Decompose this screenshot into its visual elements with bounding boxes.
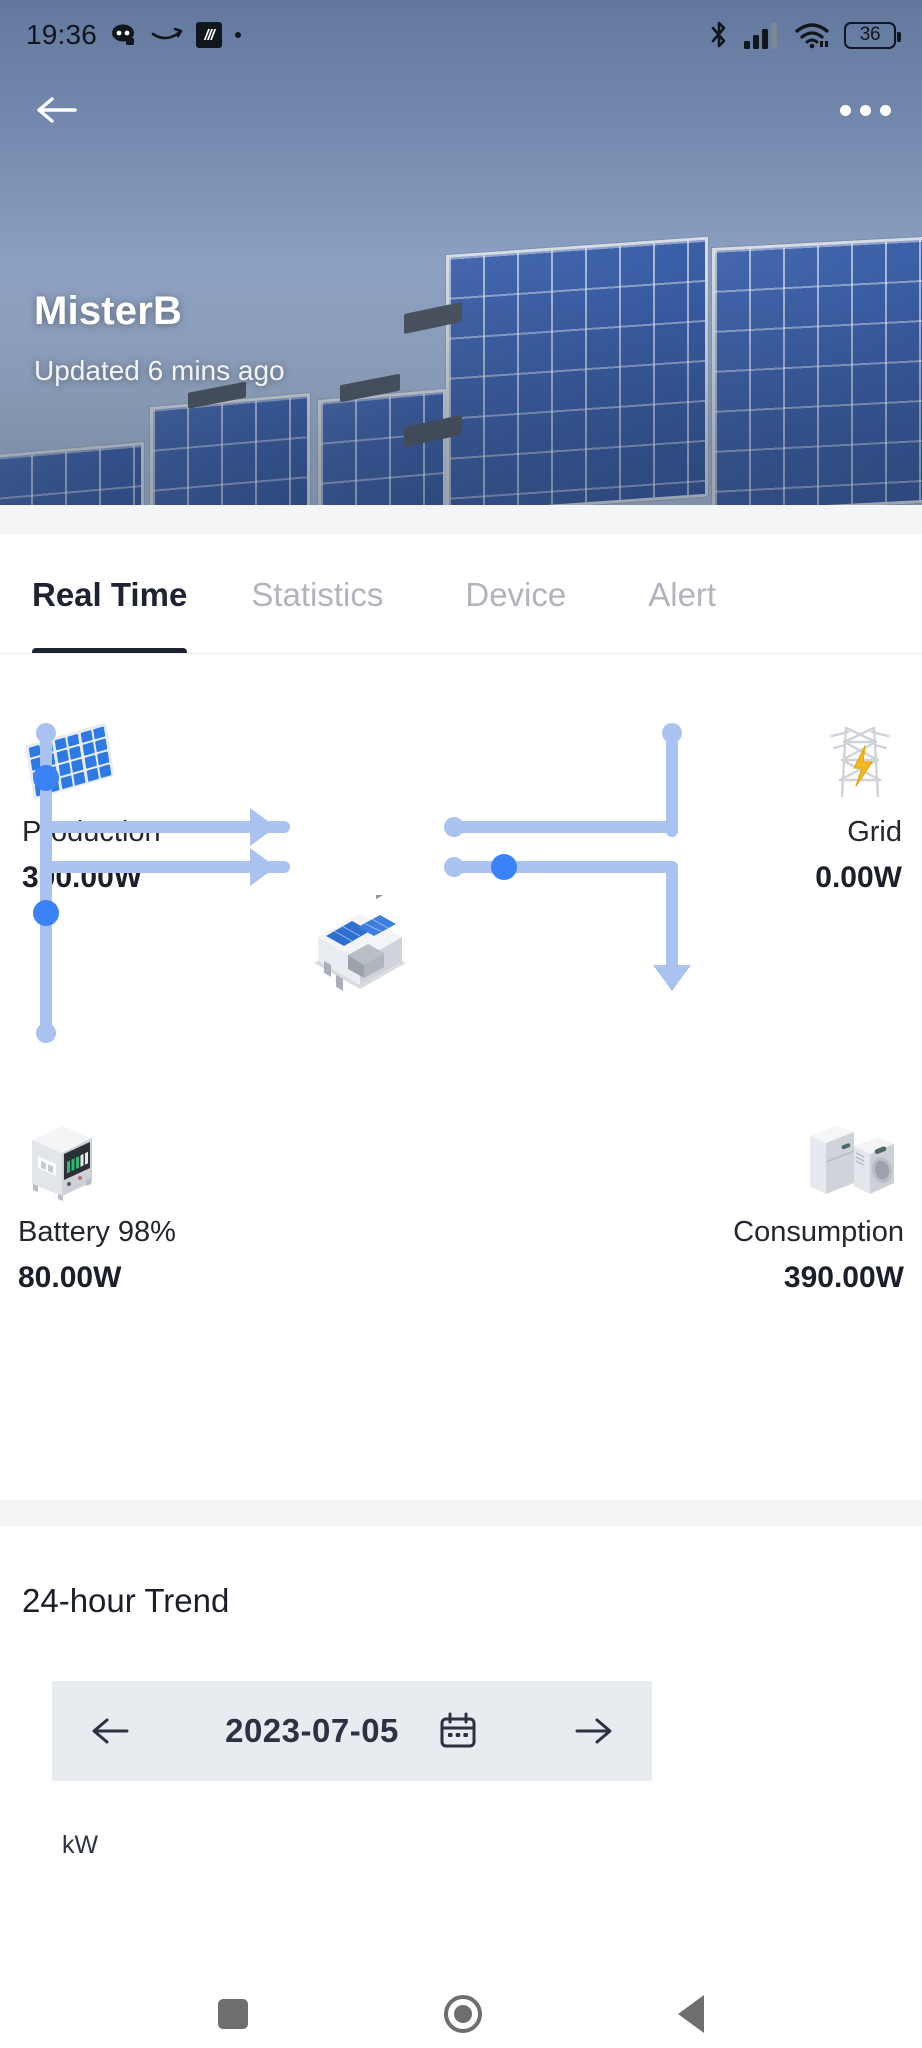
- flow-dot-production: [33, 765, 59, 791]
- grid-node[interactable]: Grid 0.00W: [815, 720, 902, 895]
- tab-device[interactable]: Device: [465, 534, 566, 614]
- recents-square-icon[interactable]: [218, 1999, 248, 2029]
- date-display-group: 2023-07-05: [225, 1710, 479, 1752]
- battery-label: Battery 98%: [18, 1216, 176, 1248]
- status-bar: 19:36 /// 36: [0, 0, 922, 70]
- hero-text-block: MisterB Updated 6 mins ago: [34, 289, 285, 387]
- consumption-label: Consumption: [733, 1216, 904, 1248]
- prev-day-button[interactable]: [82, 1702, 140, 1760]
- overflow-menu-icon[interactable]: [838, 83, 892, 137]
- home-circle-icon[interactable]: [444, 1995, 482, 2033]
- calendar-icon[interactable]: [437, 1710, 479, 1752]
- status-bar-right: 36: [708, 19, 901, 51]
- house-icon: [300, 869, 420, 995]
- android-nav-bar: [0, 1980, 922, 2048]
- flow-line-cap: [444, 817, 464, 837]
- flow-line-consumption-vertical: [666, 861, 678, 975]
- status-bar-left: 19:36 ///: [26, 19, 242, 51]
- tab-statistics[interactable]: Statistics: [251, 534, 383, 614]
- battery-indicator: 36: [844, 21, 901, 49]
- appliances-icon: [794, 1120, 904, 1204]
- chart-unit-label: kW: [62, 1831, 99, 1859]
- trend-title: 24-hour Trend: [22, 1582, 230, 1619]
- flow-line-grid-horizontal: [448, 821, 678, 833]
- clock-label: 19:36: [26, 19, 98, 50]
- flow-arrow-production: [250, 808, 276, 846]
- battery-node[interactable]: Battery 98% 80.00W: [18, 1120, 176, 1295]
- battery-value: 80.00W: [18, 1261, 122, 1294]
- date-selector: 2023-07-05: [52, 1681, 652, 1781]
- app-icon: ///: [196, 22, 223, 48]
- back-triangle-icon[interactable]: [678, 1995, 704, 2033]
- trend-section: 24-hour Trend 2023-07-05 kW: [0, 1526, 922, 1980]
- consumption-node[interactable]: Consumption 390.00W: [733, 1120, 904, 1295]
- grid-value: 0.00W: [815, 861, 902, 894]
- tab-bar: Real Time Statistics Device Alert: [0, 534, 922, 654]
- flow-dot-consumption: [491, 854, 517, 880]
- app-screen: MisterB Updated 6 mins ago 19:36 /// 36 …: [0, 0, 922, 2048]
- grid-label: Grid: [847, 816, 902, 848]
- tab-alert[interactable]: Alert: [648, 534, 716, 614]
- dot-icon: [235, 32, 242, 38]
- page-title: MisterB: [34, 289, 183, 333]
- next-day-button[interactable]: [564, 1702, 622, 1760]
- back-arrow-icon[interactable]: [30, 83, 84, 137]
- app-bar: [0, 78, 922, 142]
- energy-flow-diagram: Production 300.00W: [0, 655, 922, 1500]
- selected-date-label[interactable]: 2023-07-05: [225, 1712, 399, 1750]
- cellular-signal-icon: [744, 21, 780, 49]
- flow-arrow-consumption: [653, 965, 691, 991]
- discord-icon: [110, 23, 138, 47]
- amazon-icon: [151, 25, 183, 45]
- tab-real-time[interactable]: Real Time: [32, 534, 188, 653]
- wifi-icon: [794, 21, 830, 49]
- consumption-value: 390.00W: [783, 1261, 904, 1294]
- flow-line-cap: [36, 1023, 56, 1043]
- flow-arrow-battery: [250, 848, 276, 886]
- hero-banner: MisterB Updated 6 mins ago: [0, 0, 922, 505]
- last-updated-label: Updated 6 mins ago: [34, 355, 285, 386]
- battery-level-label: 36: [859, 24, 881, 45]
- flow-line-battery-vertical: [40, 861, 52, 1041]
- flow-line-consumption-horizontal: [448, 861, 678, 873]
- bluetooth-icon: [708, 19, 730, 51]
- section-divider: [0, 1500, 922, 1526]
- power-tower-icon: [818, 720, 902, 804]
- section-divider: [0, 505, 922, 534]
- battery-cabinet-icon: [18, 1120, 104, 1204]
- flow-dot-battery: [33, 900, 59, 926]
